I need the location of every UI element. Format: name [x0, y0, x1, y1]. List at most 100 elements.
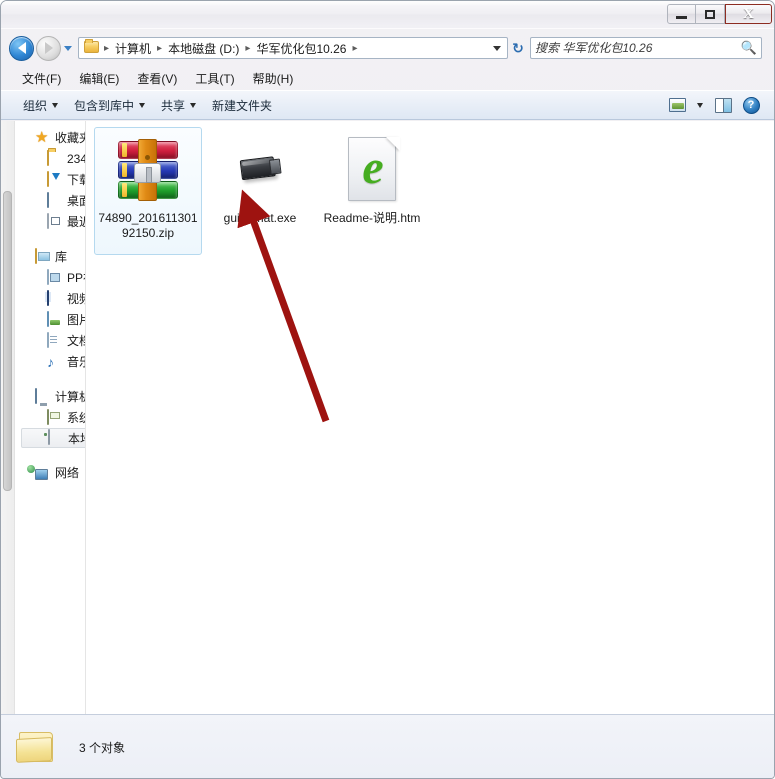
explorer-window: X ▸ 计算机 ▸ 本地磁盘 (D:) ▸ 华军优化包10.26 ▸ ↻ 搜索 …	[0, 0, 775, 779]
change-view-icon	[668, 98, 686, 112]
help-icon: ?	[742, 96, 760, 114]
address-dropdown-button[interactable]	[489, 38, 505, 58]
nav-group-network: 网络	[15, 462, 85, 483]
sidebar-item-pictures[interactable]: 图片	[15, 309, 85, 330]
preview-pane-icon	[714, 97, 732, 113]
title-bar-glow	[1, 1, 774, 6]
pp-video-icon	[47, 268, 63, 286]
music-icon: ♪	[47, 353, 54, 370]
file-item-zip[interactable]: 74890_20161130192150.zip	[94, 127, 202, 255]
address-bar[interactable]: ▸ 计算机 ▸ 本地磁盘 (D:) ▸ 华军优化包10.26 ▸	[78, 37, 508, 59]
help-button[interactable]: ?	[738, 94, 764, 116]
sidebar-label: 视频	[67, 292, 85, 306]
organize-button[interactable]: 组织	[15, 93, 66, 118]
sidebar-item-music[interactable]: ♪ 音乐	[15, 351, 85, 372]
minimize-icon	[676, 15, 687, 19]
videos-icon	[47, 289, 63, 307]
sidebar-label: 收藏夹	[55, 131, 85, 145]
favorites-star-icon: ★	[35, 128, 49, 146]
status-bar: 3 个对象	[1, 714, 774, 778]
change-view-button[interactable]	[664, 94, 690, 116]
file-name-label: 74890_20161130192150.zip	[98, 211, 198, 240]
breadcrumb-current-folder[interactable]: 华军优化包10.26	[252, 38, 350, 59]
nav-group-favorites: ★ 收藏夹 234 下载 桌面 最近	[15, 127, 85, 232]
chevron-down-icon	[493, 45, 501, 51]
forward-arrow-icon	[44, 42, 53, 54]
close-button[interactable]: X	[725, 4, 772, 24]
menu-file[interactable]: 文件(F)	[13, 67, 70, 90]
usb-drive-executable-icon	[224, 134, 296, 206]
menu-view[interactable]: 查看(V)	[128, 67, 186, 90]
search-icon: 🔍	[740, 40, 757, 55]
nav-group-libraries: 库 PP视 视频 图片 文档 ♪	[15, 246, 85, 372]
recent-locations-button[interactable]	[61, 36, 74, 61]
folder-icon	[84, 39, 100, 55]
sidebar-label: 库	[55, 250, 68, 264]
file-name-label: guiformat.exe	[223, 211, 297, 225]
chevron-down-icon	[139, 102, 146, 108]
folder-icon	[15, 728, 59, 766]
sidebar-item-234[interactable]: 234	[15, 148, 85, 169]
forward-button[interactable]	[36, 35, 61, 61]
sidebar-item-recent[interactable]: 最近	[15, 211, 85, 232]
sidebar-item-computer[interactable]: 计算机	[15, 386, 85, 407]
minimize-button[interactable]	[667, 4, 696, 24]
share-button[interactable]: 共享	[153, 93, 204, 118]
sidebar-label: 文档	[67, 334, 85, 348]
breadcrumb-computer[interactable]: 计算机	[111, 38, 155, 59]
sidebar-item-desktop[interactable]: 桌面	[15, 190, 85, 211]
sidebar-item-libraries[interactable]: 库	[15, 246, 85, 267]
navigation-pane-scrollbar[interactable]	[1, 121, 15, 714]
preview-pane-button[interactable]	[710, 94, 736, 116]
breadcrumb-separator: ▸	[104, 42, 110, 54]
include-in-library-button[interactable]: 包含到库中	[66, 93, 153, 118]
sidebar-item-videos[interactable]: 视频	[15, 288, 85, 309]
sidebar-label: 桌面	[67, 194, 85, 208]
sidebar-item-network[interactable]: 网络	[15, 462, 85, 483]
file-list-view[interactable]: 74890_20161130192150.zip guiformat.exe e…	[85, 121, 774, 714]
chevron-down-icon	[63, 45, 72, 51]
command-bar: 组织 包含到库中 共享 新建文件夹 ?	[1, 90, 774, 120]
chevron-down-icon	[697, 102, 703, 108]
documents-icon	[47, 331, 63, 349]
system-drive-icon	[47, 408, 63, 426]
sidebar-label: PP视	[67, 271, 85, 285]
menu-tools[interactable]: 工具(T)	[186, 67, 243, 90]
sidebar-item-documents[interactable]: 文档	[15, 330, 85, 351]
search-input[interactable]	[535, 39, 740, 57]
change-view-dropdown[interactable]	[692, 94, 708, 116]
network-icon	[35, 465, 51, 481]
window-controls: X	[667, 3, 772, 25]
refresh-button[interactable]: ↻	[508, 37, 528, 59]
breadcrumb-local-disk[interactable]: 本地磁盘 (D:)	[164, 38, 243, 59]
back-arrow-icon	[17, 42, 26, 54]
item-count-label: 3 个对象	[79, 740, 126, 755]
refresh-icon: ↻	[512, 39, 524, 56]
file-name-label: Readme-说明.htm	[323, 211, 421, 225]
content-area: ★ 收藏夹 234 下载 桌面 最近	[1, 121, 774, 714]
file-item-htm[interactable]: e Readme-说明.htm	[318, 127, 426, 255]
title-bar: X	[1, 1, 774, 29]
back-button[interactable]	[9, 35, 34, 61]
search-box[interactable]: 🔍	[530, 37, 762, 59]
sidebar-item-system-drive[interactable]: 系统	[15, 407, 85, 428]
navigation-bar: ▸ 计算机 ▸ 本地磁盘 (D:) ▸ 华军优化包10.26 ▸ ↻ 🔍	[1, 29, 774, 67]
new-folder-label: 新建文件夹	[212, 98, 273, 113]
maximize-restore-button[interactable]	[696, 4, 725, 24]
sidebar-item-local-drive[interactable]: 本地	[21, 428, 85, 448]
organize-label: 组织	[23, 98, 48, 113]
html-document-ie-icon: e	[336, 134, 408, 206]
sidebar-label: 计算机	[55, 390, 85, 404]
sidebar-item-pp-video[interactable]: PP视	[15, 267, 85, 288]
new-folder-button[interactable]: 新建文件夹	[204, 93, 280, 118]
file-item-exe[interactable]: guiformat.exe	[206, 127, 314, 255]
libraries-icon	[35, 247, 51, 265]
sidebar-item-downloads[interactable]: 下载	[15, 169, 85, 190]
menu-edit[interactable]: 编辑(E)	[70, 67, 128, 90]
folder-icon	[47, 149, 63, 167]
scrollbar-thumb[interactable]	[3, 191, 12, 491]
sidebar-item-favorites[interactable]: ★ 收藏夹	[15, 127, 85, 148]
menu-help[interactable]: 帮助(H)	[244, 67, 303, 90]
